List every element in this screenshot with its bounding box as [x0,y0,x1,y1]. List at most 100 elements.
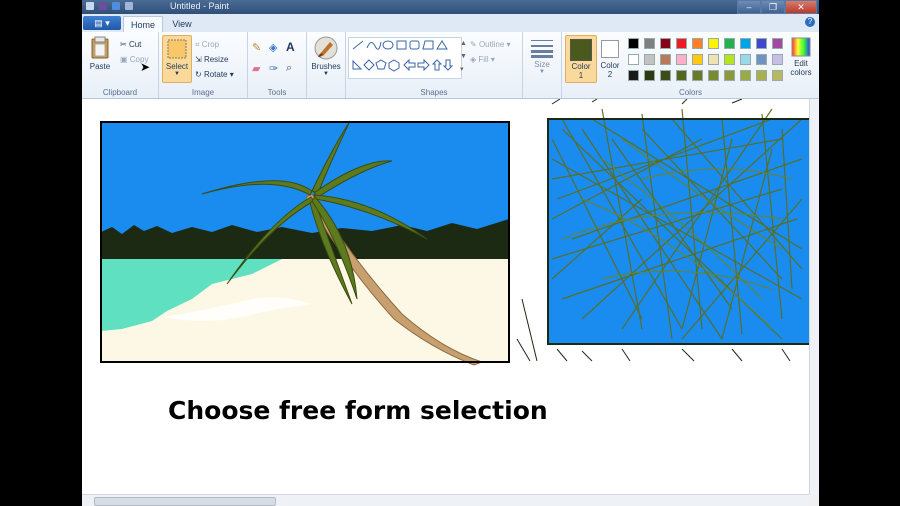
window-title: Untitled - Paint [170,1,230,11]
vertical-scrollbar[interactable] [809,99,819,494]
scribbled-picture [516,98,811,362]
copy-icon: ▣ [120,55,130,64]
palette-swatch[interactable] [756,70,767,81]
title-bar: Untitled - Paint – ❐ ✕ [82,0,819,14]
palette-swatch[interactable] [740,54,751,65]
palette-swatch[interactable] [660,54,671,65]
size-dropdown-icon[interactable]: ▼ [527,69,557,75]
redo-icon[interactable] [125,2,133,10]
palette-swatch[interactable] [660,38,671,49]
rotate-button[interactable]: ↻ Rotate ▾ [195,70,234,79]
beach-picture [100,120,510,366]
palette-swatch[interactable] [724,54,735,65]
palette-swatch[interactable] [676,54,687,65]
text-icon[interactable]: A [286,40,295,54]
palette-swatch[interactable] [644,70,655,81]
palette-swatch[interactable] [740,70,751,81]
palette-swatch[interactable] [708,38,719,49]
palette-swatch[interactable] [740,38,751,49]
palette-swatch[interactable] [692,54,703,65]
color1-label: Color 1 [571,62,591,80]
palette-swatch[interactable] [772,54,783,65]
select-button[interactable]: Select ▼ [162,35,192,83]
tools-group: ✎ ◈ A ▰ ✑ ⌕ Tools [248,32,307,98]
paste-button[interactable]: Paste [88,36,112,71]
palette-swatch[interactable] [772,38,783,49]
color2-button[interactable]: Color 2 [598,35,622,81]
paint-app-icon[interactable] [86,2,94,10]
shapes-group-label: Shapes [420,88,448,97]
crop-button[interactable]: ⌗ Crop [195,40,219,50]
colors-group-label: Colors [678,88,703,97]
pencil-icon[interactable]: ✎ [252,41,261,54]
palette-swatch[interactable] [756,54,767,65]
outline-button[interactable]: ✎ Outline ▾ [470,40,511,49]
palette-swatch[interactable] [708,70,719,81]
fill-label: Fill [478,55,489,64]
brushes-label: Brushes [311,62,341,71]
paste-label: Paste [89,62,111,71]
paint-window: Untitled - Paint – ❐ ✕ ▤ ▾ Home View ? P… [82,0,819,506]
palette-swatch[interactable] [628,38,639,49]
brushes-dropdown-icon[interactable]: ▼ [310,71,342,77]
palette-swatch[interactable] [628,70,639,81]
shapes-scroll-icon[interactable]: ▲ ▼ ▾ [460,37,467,76]
palette-swatch[interactable] [708,54,719,65]
clipboard-group-label: Clipboard [102,88,138,97]
minimize-button[interactable]: – [737,0,761,14]
maximize-button[interactable]: ❐ [761,0,785,14]
palette-swatch[interactable] [628,54,639,65]
color2-swatch [601,40,619,58]
palette-swatch[interactable] [644,38,655,49]
palette-swatch[interactable] [692,70,703,81]
cut-label: Cut [128,40,142,49]
palette-swatch[interactable] [724,70,735,81]
size-button[interactable]: Size ▼ [527,38,557,75]
eraser-icon[interactable]: ▰ [252,62,260,75]
select-dropdown-icon[interactable]: ▼ [163,71,191,77]
mouse-cursor-icon: ➤ [140,60,151,74]
resize-icon: ⇲ [195,55,204,64]
save-icon[interactable] [99,2,107,10]
palette-swatch[interactable] [676,38,687,49]
fill-icon[interactable]: ◈ [269,41,277,54]
ribbon-tabs: ▤ ▾ Home View ? [82,14,819,33]
palette-swatch[interactable] [756,38,767,49]
shapes-gallery-icons [352,40,454,72]
colors-group: Color 1 Color 2 Edit colors Colors [562,32,819,98]
drawing-canvas[interactable] [82,98,811,494]
palette-swatch[interactable] [644,54,655,65]
outline-label: Outline [478,40,505,49]
undo-icon[interactable] [112,2,120,10]
horizontal-scroll-thumb[interactable] [94,497,276,506]
palette-swatch[interactable] [772,70,783,81]
close-button[interactable]: ✕ [785,0,817,14]
palette-swatch[interactable] [660,70,671,81]
canvas-artwork [100,98,811,366]
image-group-label: Image [191,88,215,97]
crop-label: Crop [201,40,220,49]
fill-button[interactable]: ◈ Fill ▾ [470,55,495,64]
horizontal-scrollbar[interactable] [82,494,809,506]
palette-swatch[interactable] [692,38,703,49]
edit-colors-button[interactable]: Edit colors [787,37,815,77]
brushes-group: Brushes ▼ [307,32,346,98]
brushes-button[interactable]: Brushes ▼ [310,36,342,77]
color-picker-icon[interactable]: ✑ [269,62,278,75]
tab-view[interactable]: View [163,16,201,32]
tab-home[interactable]: Home [123,16,163,33]
resize-button[interactable]: ⇲ Resize [195,55,228,64]
crop-icon: ⌗ [195,40,202,49]
edit-colors-icon [791,37,811,57]
magnifier-icon[interactable]: ⌕ [286,62,292,75]
resize-label: Resize [203,55,229,64]
paint-menu-button[interactable]: ▤ ▾ [83,16,121,30]
image-group: Select ▼ ⌗ Crop ⇲ Resize ↻ Rotate ▾ Imag… [159,32,248,98]
help-icon[interactable]: ? [805,17,815,27]
cut-button[interactable]: ✂ Cut [120,40,141,49]
palette-swatch[interactable] [676,70,687,81]
palette-swatch[interactable] [724,38,735,49]
rotate-icon: ↻ [195,70,204,79]
color1-button[interactable]: Color 1 [565,35,597,83]
shapes-gallery[interactable] [348,37,462,79]
